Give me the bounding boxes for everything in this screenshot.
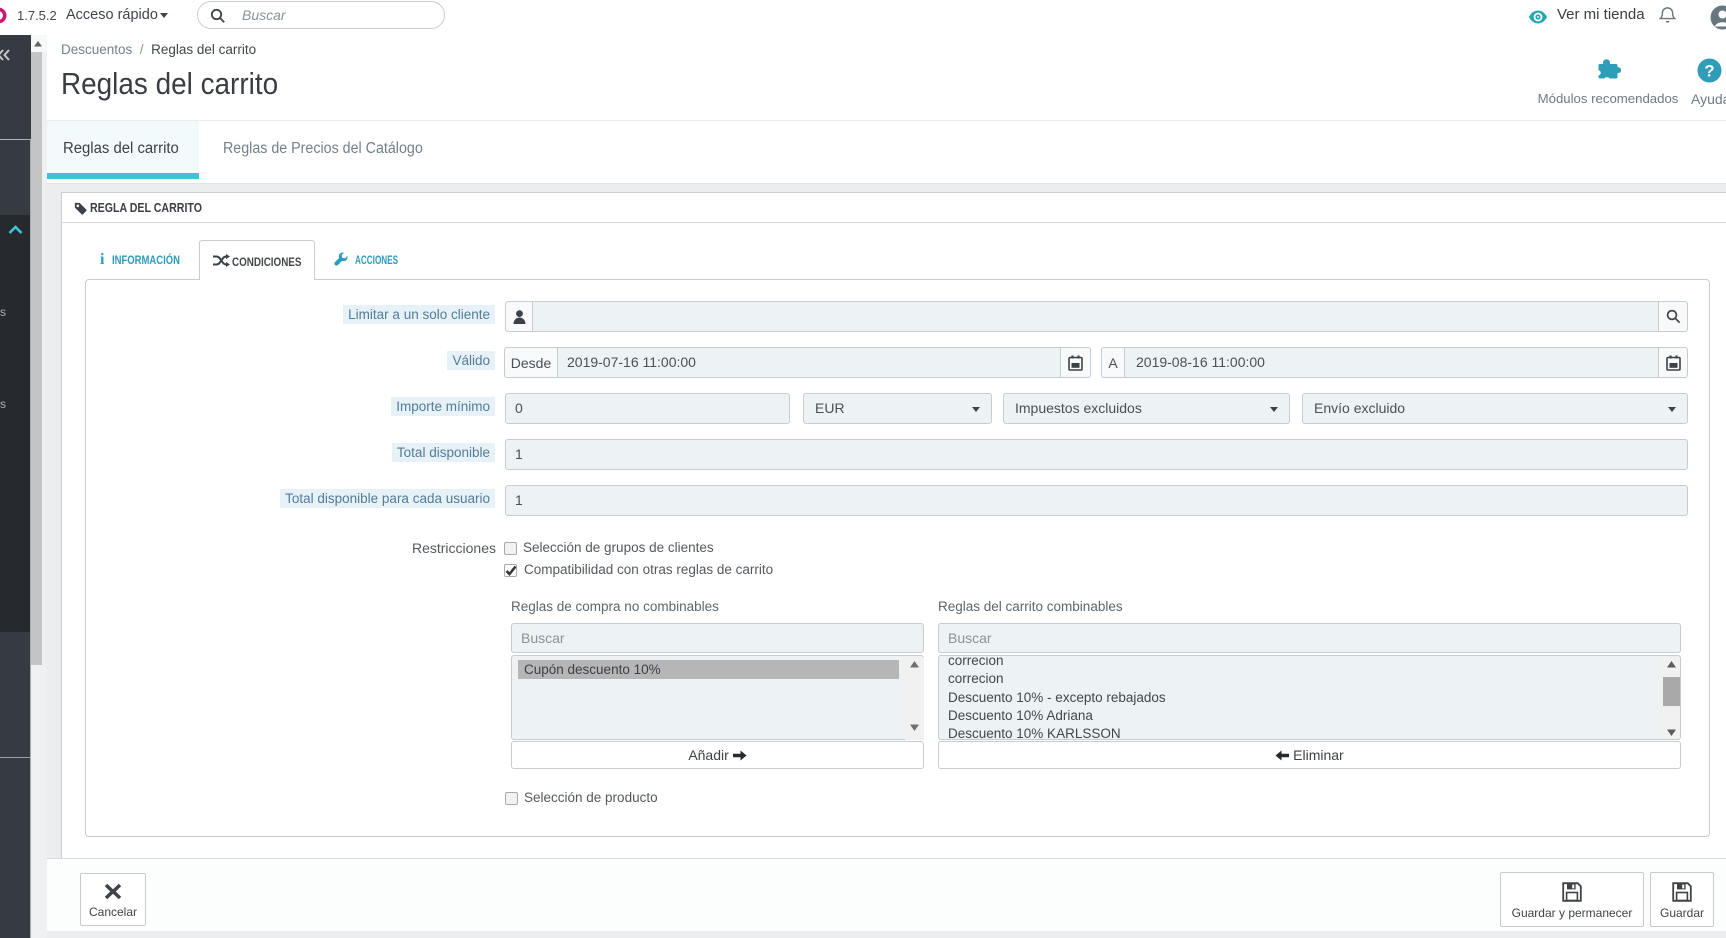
- svg-text:?: ?: [1704, 62, 1714, 81]
